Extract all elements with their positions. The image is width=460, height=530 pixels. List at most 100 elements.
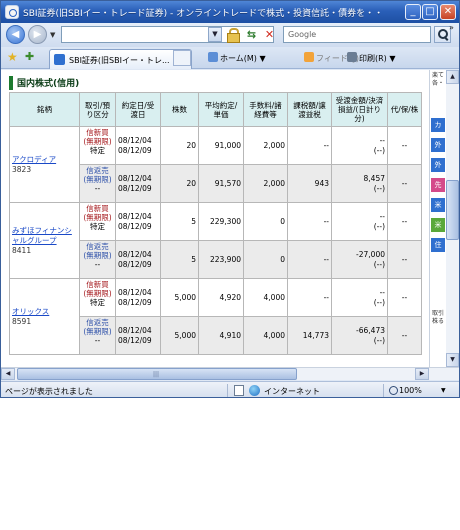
account-type: --	[94, 184, 101, 193]
proxy-cell: --	[387, 278, 422, 317]
trade-kind: 信新買	[86, 280, 109, 289]
account-type: 特定	[90, 222, 105, 231]
settle-date: 08/12/09	[118, 259, 152, 269]
avg-price-cell: 223,900	[198, 240, 244, 279]
vertical-scroll-thumb[interactable]	[446, 180, 459, 240]
stock-name-link[interactable]: アクロディア	[12, 155, 77, 165]
proxy-cell: --	[387, 164, 422, 203]
side-link-chip[interactable]: カ	[431, 118, 445, 132]
internet-zone-icon	[249, 385, 260, 396]
side-panel: 楽て各・ カ外外先米米住 取引株る	[430, 70, 446, 367]
horizontal-scroll-thumb[interactable]: |||	[17, 368, 297, 380]
amount-cell: -66,473 (--)	[331, 316, 388, 355]
scroll-up-button[interactable]: ▲	[446, 70, 459, 84]
zone-text: インターネット	[264, 387, 320, 396]
vertical-scrollbar[interactable]: ▲ ▼	[446, 70, 459, 367]
favorites-star-icon[interactable]: ★	[7, 50, 18, 64]
tab-sbi[interactable]: SBI証券(旧SBIイー・トレ...	[49, 49, 192, 69]
maximize-button[interactable]: □	[422, 4, 438, 20]
close-button[interactable]: ✕	[440, 4, 456, 20]
address-input[interactable]	[61, 26, 274, 43]
scroll-grip-icon: |||	[153, 371, 160, 378]
horizontal-scrollbar[interactable]: ◀ ||| ▶	[1, 367, 459, 380]
stock-name-link[interactable]: みずほフィナンシャルグループ	[12, 226, 77, 246]
print-icon	[347, 52, 357, 62]
header-proxy: 代/保/株	[387, 92, 422, 127]
settle-date: 08/12/09	[118, 183, 152, 193]
side-panel-bottom-text: 取引株る	[432, 310, 445, 325]
tax-cell: 14,773	[287, 316, 332, 355]
scroll-down-button[interactable]: ▼	[446, 353, 459, 367]
side-link-chip[interactable]: 外	[431, 138, 445, 152]
side-link-chip[interactable]: 米	[431, 218, 445, 232]
zoom-dropdown-icon[interactable]: ▼	[441, 387, 446, 394]
proxy-cell: --	[387, 202, 422, 241]
feed-icon	[304, 52, 314, 62]
status-divider	[383, 384, 384, 397]
trade-kind-cell: 信返売 (無期限) --	[79, 316, 116, 355]
qty-cell: 5	[160, 240, 199, 279]
search-input[interactable]: Google	[283, 26, 431, 43]
stock-name-cell: オリックス 8591	[9, 278, 80, 355]
side-link-chip[interactable]: 米	[431, 198, 445, 212]
scroll-left-button[interactable]: ◀	[1, 368, 15, 380]
stop-icon[interactable]: ✕	[262, 27, 277, 42]
history-dropdown-icon[interactable]: ▼	[50, 31, 55, 39]
table-row: アクロディア 3823 信新買 (無期限) 特定 08/12/04 08/12/…	[9, 126, 422, 203]
qty-cell: 5	[160, 202, 199, 241]
table-body: アクロディア 3823 信新買 (無期限) 特定 08/12/04 08/12/…	[9, 126, 422, 355]
address-toolbar: ◀ ▶ ▼ ▼ ⇆ ✕ Google »	[1, 23, 459, 47]
table-header-row: 銘柄 取引/預り区分 約定日/受渡日 株数 平均約定/単価 手数料/諸経費等 課…	[9, 92, 422, 127]
stock-name-cell: アクロディア 3823	[9, 126, 80, 203]
zoom-icon[interactable]	[389, 386, 398, 395]
print-button[interactable]: 印刷(R) ▼	[347, 52, 396, 64]
fee-cell: 0	[243, 202, 288, 241]
trade-term: (無期限)	[83, 175, 112, 184]
trade-kind: 信新買	[86, 128, 109, 137]
table-row: オリックス 8591 信新買 (無期限) 特定 08/12/04 08/12/0…	[9, 278, 422, 355]
trade-date: 08/12/04	[118, 325, 152, 335]
section-title: 国内株式(信用)	[9, 76, 79, 90]
more-tools-icon[interactable]: »	[449, 23, 454, 32]
header-amount: 受渡金額/決済損益/(日計り分)	[331, 92, 388, 127]
fee-cell: 0	[243, 240, 288, 279]
address-dropdown-icon[interactable]: ▼	[208, 27, 222, 42]
settle-amount: 8,457	[363, 173, 385, 183]
date-cell: 08/12/04 08/12/09	[115, 202, 161, 241]
amount-cell: -- (--)	[331, 278, 388, 317]
side-link-chip[interactable]: 外	[431, 158, 445, 172]
tax-cell: --	[287, 202, 332, 241]
day-trade-pl: (--)	[373, 297, 385, 307]
trade-date: 08/12/04	[118, 211, 152, 221]
status-bar: ページが表示されました インターネット 100% ▼	[1, 381, 459, 397]
header-date: 約定日/受渡日	[115, 92, 161, 127]
lock-icon[interactable]	[227, 28, 240, 43]
minimize-button[interactable]: _	[405, 4, 421, 20]
date-cell: 08/12/04 08/12/09	[115, 240, 161, 279]
back-button[interactable]: ◀	[6, 25, 25, 44]
amount-cell: -27,000 (--)	[331, 240, 388, 279]
trade-term: (無期限)	[83, 137, 112, 146]
forward-button[interactable]: ▶	[28, 25, 47, 44]
scroll-right-button[interactable]: ▶	[415, 368, 429, 380]
trade-kind-cell: 信新買 (無期限) 特定	[79, 202, 116, 241]
settle-amount: --	[379, 287, 385, 297]
side-link-chip[interactable]: 先	[431, 178, 445, 192]
header-name: 銘柄	[9, 92, 80, 127]
header-fee: 手数料/諸経費等	[243, 92, 288, 127]
add-favorite-icon[interactable]: ✚	[25, 50, 34, 63]
zoom-level[interactable]: 100%	[399, 386, 422, 395]
qty-cell: 20	[160, 164, 199, 203]
new-tab-button[interactable]	[173, 50, 191, 66]
qty-cell: 5,000	[160, 316, 199, 355]
tax-cell: --	[287, 126, 332, 165]
tab-label: SBI証券(旧SBIイー・トレ...	[69, 56, 169, 65]
header-avg: 平均約定/単価	[198, 92, 244, 127]
header-tax: 課税額/譲渡益税	[287, 92, 332, 127]
trade-kind-cell: 信返売 (無期限) --	[79, 240, 116, 279]
stock-name-link[interactable]: オリックス	[12, 307, 77, 317]
refresh-icon[interactable]: ⇆	[244, 27, 259, 42]
side-link-chip[interactable]: 住	[431, 238, 445, 252]
home-button[interactable]: ホーム(M) ▼	[208, 52, 266, 64]
fee-cell: 4,000	[243, 316, 288, 355]
